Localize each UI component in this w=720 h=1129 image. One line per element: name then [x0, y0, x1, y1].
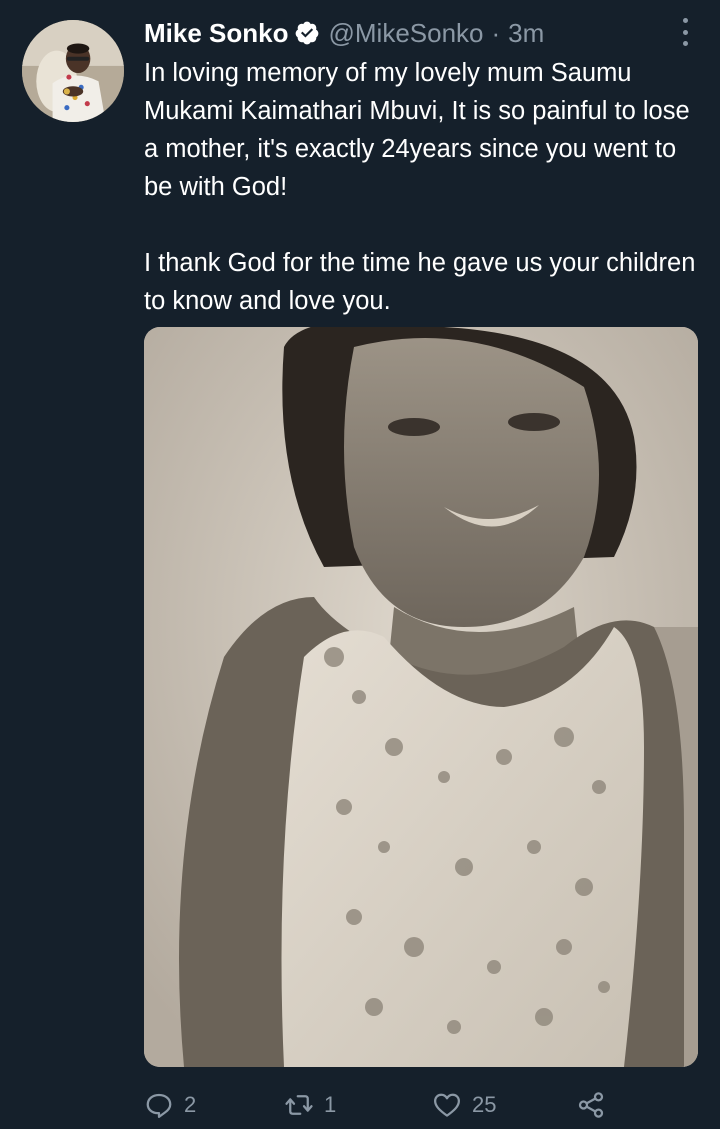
more-vertical-icon[interactable]: [680, 18, 690, 46]
tweet-timestamp[interactable]: 3m: [508, 18, 544, 49]
share-button[interactable]: [576, 1088, 616, 1122]
tweet[interactable]: Mike Sonko @MikeSonko · 3m In loving mem…: [0, 0, 720, 1129]
heart-icon: [434, 1093, 460, 1117]
reply-count: 2: [184, 1092, 197, 1117]
reply-icon: [146, 1093, 172, 1118]
separator-dot: ·: [491, 17, 501, 48]
tweet-paragraph-1: In loving memory of my lovely mum Saumu …: [144, 59, 690, 201]
verified-badge-icon: [294, 20, 320, 46]
share-icon: [578, 1092, 604, 1118]
portrait-photo: [144, 327, 698, 1067]
avatar-image: [22, 20, 124, 122]
tweet-actions: 2 1 25: [144, 1088, 614, 1122]
like-button[interactable]: 25: [432, 1088, 496, 1122]
tweet-header: Mike Sonko @MikeSonko · 3m: [144, 14, 544, 52]
avatar[interactable]: [22, 20, 124, 122]
tweet-text: In loving memory of my lovely mum Saumu …: [144, 54, 704, 320]
tweet-paragraph-2: I thank God for the time he gave us your…: [144, 249, 696, 315]
tweet-photo[interactable]: [144, 327, 698, 1067]
author-handle[interactable]: @MikeSonko: [328, 18, 483, 49]
retweet-icon: [285, 1095, 313, 1115]
like-count: 25: [472, 1092, 497, 1117]
retweet-count: 1: [324, 1092, 337, 1117]
reply-button[interactable]: 2: [144, 1088, 196, 1122]
author-name[interactable]: Mike Sonko: [144, 18, 288, 49]
retweet-button[interactable]: 1: [284, 1088, 336, 1122]
